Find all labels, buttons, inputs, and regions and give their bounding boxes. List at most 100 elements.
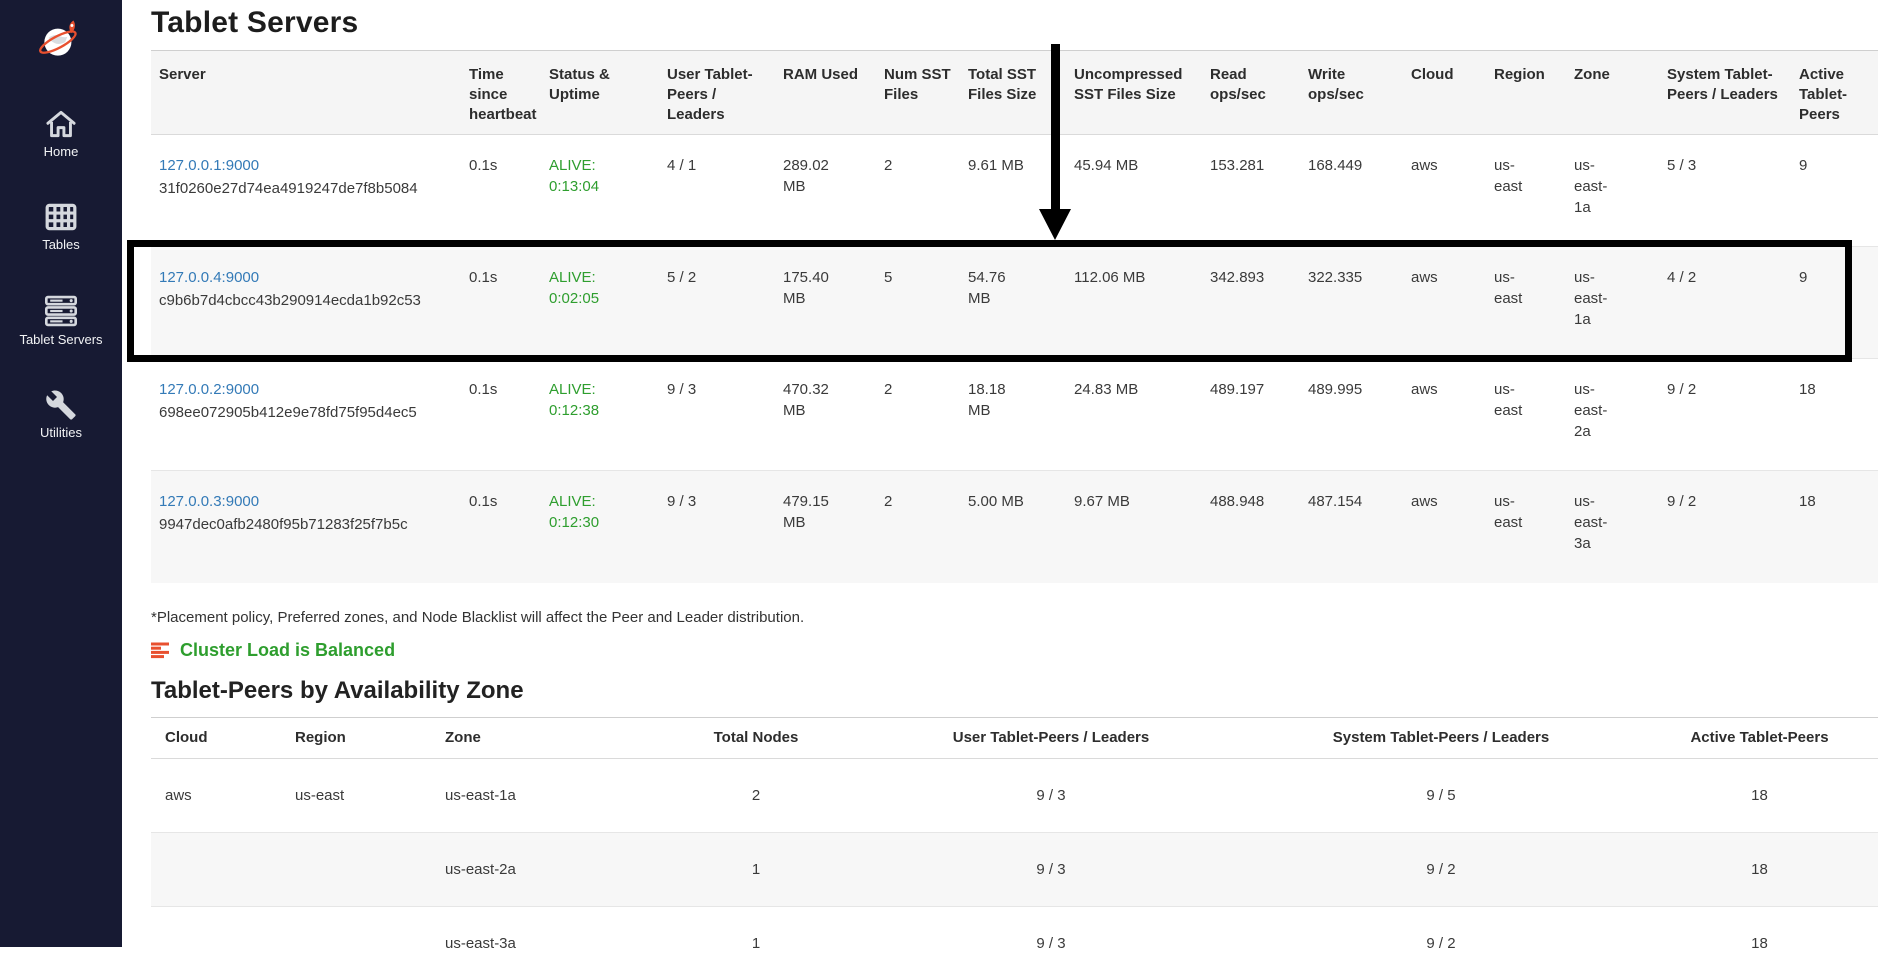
cloud-cell: aws bbox=[1403, 247, 1486, 359]
sidebar-item-tablet-servers[interactable]: Tablet Servers bbox=[0, 294, 122, 347]
col-status: Status & Uptime bbox=[541, 51, 659, 135]
cloud-cell: aws bbox=[1403, 471, 1486, 583]
zcell-region bbox=[281, 906, 431, 980]
tablet-servers-icon bbox=[42, 294, 80, 328]
status-label: ALIVE: bbox=[549, 379, 651, 400]
col-region: Region bbox=[1486, 51, 1566, 135]
region-cell: us-east bbox=[1486, 247, 1566, 359]
col-num-sst: Num SST Files bbox=[876, 51, 960, 135]
read-ops-cell: 153.281 bbox=[1202, 135, 1300, 247]
ram-cell: 289.02 MB bbox=[775, 135, 876, 247]
table-row: 127.0.0.2:9000 698ee072905b412e9e78fd75f… bbox=[151, 359, 1878, 471]
active-peers-cell: 9 bbox=[1791, 135, 1878, 247]
server-link[interactable]: 127.0.0.2:9000 bbox=[159, 381, 259, 398]
tserver-header-row: Server Time since heartbeat Status & Upt… bbox=[151, 51, 1878, 135]
zcol-cloud: Cloud bbox=[151, 717, 281, 758]
uptime-value: 0:02:05 bbox=[549, 288, 651, 309]
cloud-cell: aws bbox=[1403, 359, 1486, 471]
region-cell: us-east bbox=[1486, 359, 1566, 471]
cluster-load-text: Cluster Load is Balanced bbox=[180, 640, 395, 661]
zone-row: us-east-2a 1 9 / 3 9 / 2 18 bbox=[151, 832, 1878, 906]
col-ram: RAM Used bbox=[775, 51, 876, 135]
table-row: 127.0.0.1:9000 31f0260e27d74ea4919247de7… bbox=[151, 135, 1878, 247]
col-write-ops: Write ops/sec bbox=[1300, 51, 1403, 135]
user-peers-cell: 9 / 3 bbox=[659, 359, 775, 471]
uncompressed-sst-cell: 24.83 MB bbox=[1066, 359, 1202, 471]
uncompressed-sst-cell: 45.94 MB bbox=[1066, 135, 1202, 247]
sidebar-item-tables[interactable]: Tables bbox=[0, 201, 122, 252]
zcell-cloud bbox=[151, 832, 281, 906]
sidebar-item-utilities[interactable]: Utilities bbox=[0, 389, 122, 440]
total-sst-cell: 54.76 MB bbox=[960, 247, 1066, 359]
wrench-icon bbox=[44, 389, 78, 421]
server-link[interactable]: 127.0.0.1:9000 bbox=[159, 157, 259, 174]
zcol-active-peers: Active Tablet-Peers bbox=[1641, 717, 1878, 758]
zcell-user-peers: 9 / 3 bbox=[861, 758, 1241, 832]
num-sst-cell: 5 bbox=[876, 247, 960, 359]
zcell-total-nodes: 1 bbox=[651, 832, 861, 906]
system-peers-cell: 5 / 3 bbox=[1659, 135, 1791, 247]
uptime-value: 0:13:04 bbox=[549, 176, 651, 197]
zcell-user-peers: 9 / 3 bbox=[861, 832, 1241, 906]
total-sst-cell: 18.18 MB bbox=[960, 359, 1066, 471]
sidebar: Home Tables Tablet Servers bbox=[0, 0, 122, 947]
zcell-active-peers: 18 bbox=[1641, 758, 1878, 832]
ram-cell: 175.40 MB bbox=[775, 247, 876, 359]
zone-row: aws us-east us-east-1a 2 9 / 3 9 / 5 18 bbox=[151, 758, 1878, 832]
zcell-zone: us-east-2a bbox=[431, 832, 651, 906]
num-sst-cell: 2 bbox=[876, 471, 960, 583]
col-read-ops: Read ops/sec bbox=[1202, 51, 1300, 135]
status-label: ALIVE: bbox=[549, 155, 651, 176]
zone-cell: us-east-2a bbox=[1566, 359, 1659, 471]
table-row-highlighted: 127.0.0.4:9000 c9b6b7d4cbcc43b290914ecda… bbox=[151, 247, 1878, 359]
rocket-planet-logo[interactable] bbox=[36, 14, 86, 64]
zcell-zone: us-east-3a bbox=[431, 906, 651, 980]
sidebar-item-utilities-label: Utilities bbox=[0, 425, 122, 440]
placement-footnote: *Placement policy, Preferred zones, and … bbox=[151, 609, 1878, 626]
user-peers-cell: 9 / 3 bbox=[659, 471, 775, 583]
user-peers-cell: 4 / 1 bbox=[659, 135, 775, 247]
status-label: ALIVE: bbox=[549, 267, 651, 288]
zcol-zone: Zone bbox=[431, 717, 651, 758]
num-sst-cell: 2 bbox=[876, 359, 960, 471]
zcell-active-peers: 18 bbox=[1641, 832, 1878, 906]
main-content: Tablet Servers Server Time since heartbe… bbox=[122, 0, 1878, 980]
sidebar-item-home[interactable]: Home bbox=[0, 108, 122, 159]
server-uuid: 31f0260e27d74ea4919247de7f8b5084 bbox=[159, 178, 453, 199]
server-link[interactable]: 127.0.0.4:9000 bbox=[159, 269, 259, 286]
home-icon bbox=[43, 108, 79, 140]
write-ops-cell: 322.335 bbox=[1300, 247, 1403, 359]
read-ops-cell: 488.948 bbox=[1202, 471, 1300, 583]
zcell-total-nodes: 2 bbox=[651, 758, 861, 832]
active-peers-cell: 9 bbox=[1791, 247, 1878, 359]
read-ops-cell: 489.197 bbox=[1202, 359, 1300, 471]
col-heartbeat: Time since heartbeat bbox=[461, 51, 541, 135]
uptime-value: 0:12:38 bbox=[549, 400, 651, 421]
status-cell: ALIVE: 0:13:04 bbox=[541, 135, 659, 247]
zone-cell: us-east-3a bbox=[1566, 471, 1659, 583]
status-cell: ALIVE: 0:02:05 bbox=[541, 247, 659, 359]
uncompressed-sst-cell: 9.67 MB bbox=[1066, 471, 1202, 583]
write-ops-cell: 487.154 bbox=[1300, 471, 1403, 583]
rocket-planet-logo-svg bbox=[36, 14, 86, 64]
cloud-cell: aws bbox=[1403, 135, 1486, 247]
col-user-peers: User Tablet-Peers / Leaders bbox=[659, 51, 775, 135]
cluster-load-status: Cluster Load is Balanced bbox=[151, 640, 1878, 661]
zone-table: Cloud Region Zone Total Nodes User Table… bbox=[151, 717, 1878, 980]
total-sst-cell: 9.61 MB bbox=[960, 135, 1066, 247]
zcol-region: Region bbox=[281, 717, 431, 758]
server-link[interactable]: 127.0.0.3:9000 bbox=[159, 493, 259, 510]
section-title-zones: Tablet-Peers by Availability Zone bbox=[151, 677, 1878, 705]
system-peers-cell: 4 / 2 bbox=[1659, 247, 1791, 359]
heartbeat-cell: 0.1s bbox=[461, 359, 541, 471]
sidebar-item-home-label: Home bbox=[0, 144, 122, 159]
balance-bars-icon bbox=[151, 642, 170, 659]
zcell-total-nodes: 1 bbox=[651, 906, 861, 980]
zcell-system-peers: 9 / 2 bbox=[1241, 906, 1641, 980]
system-peers-cell: 9 / 2 bbox=[1659, 359, 1791, 471]
ram-cell: 470.32 MB bbox=[775, 359, 876, 471]
zone-row: us-east-3a 1 9 / 3 9 / 2 18 bbox=[151, 906, 1878, 980]
sidebar-item-tables-label: Tables bbox=[0, 237, 122, 252]
col-active-peers: Active Tablet-Peers bbox=[1791, 51, 1878, 135]
active-peers-cell: 18 bbox=[1791, 471, 1878, 583]
